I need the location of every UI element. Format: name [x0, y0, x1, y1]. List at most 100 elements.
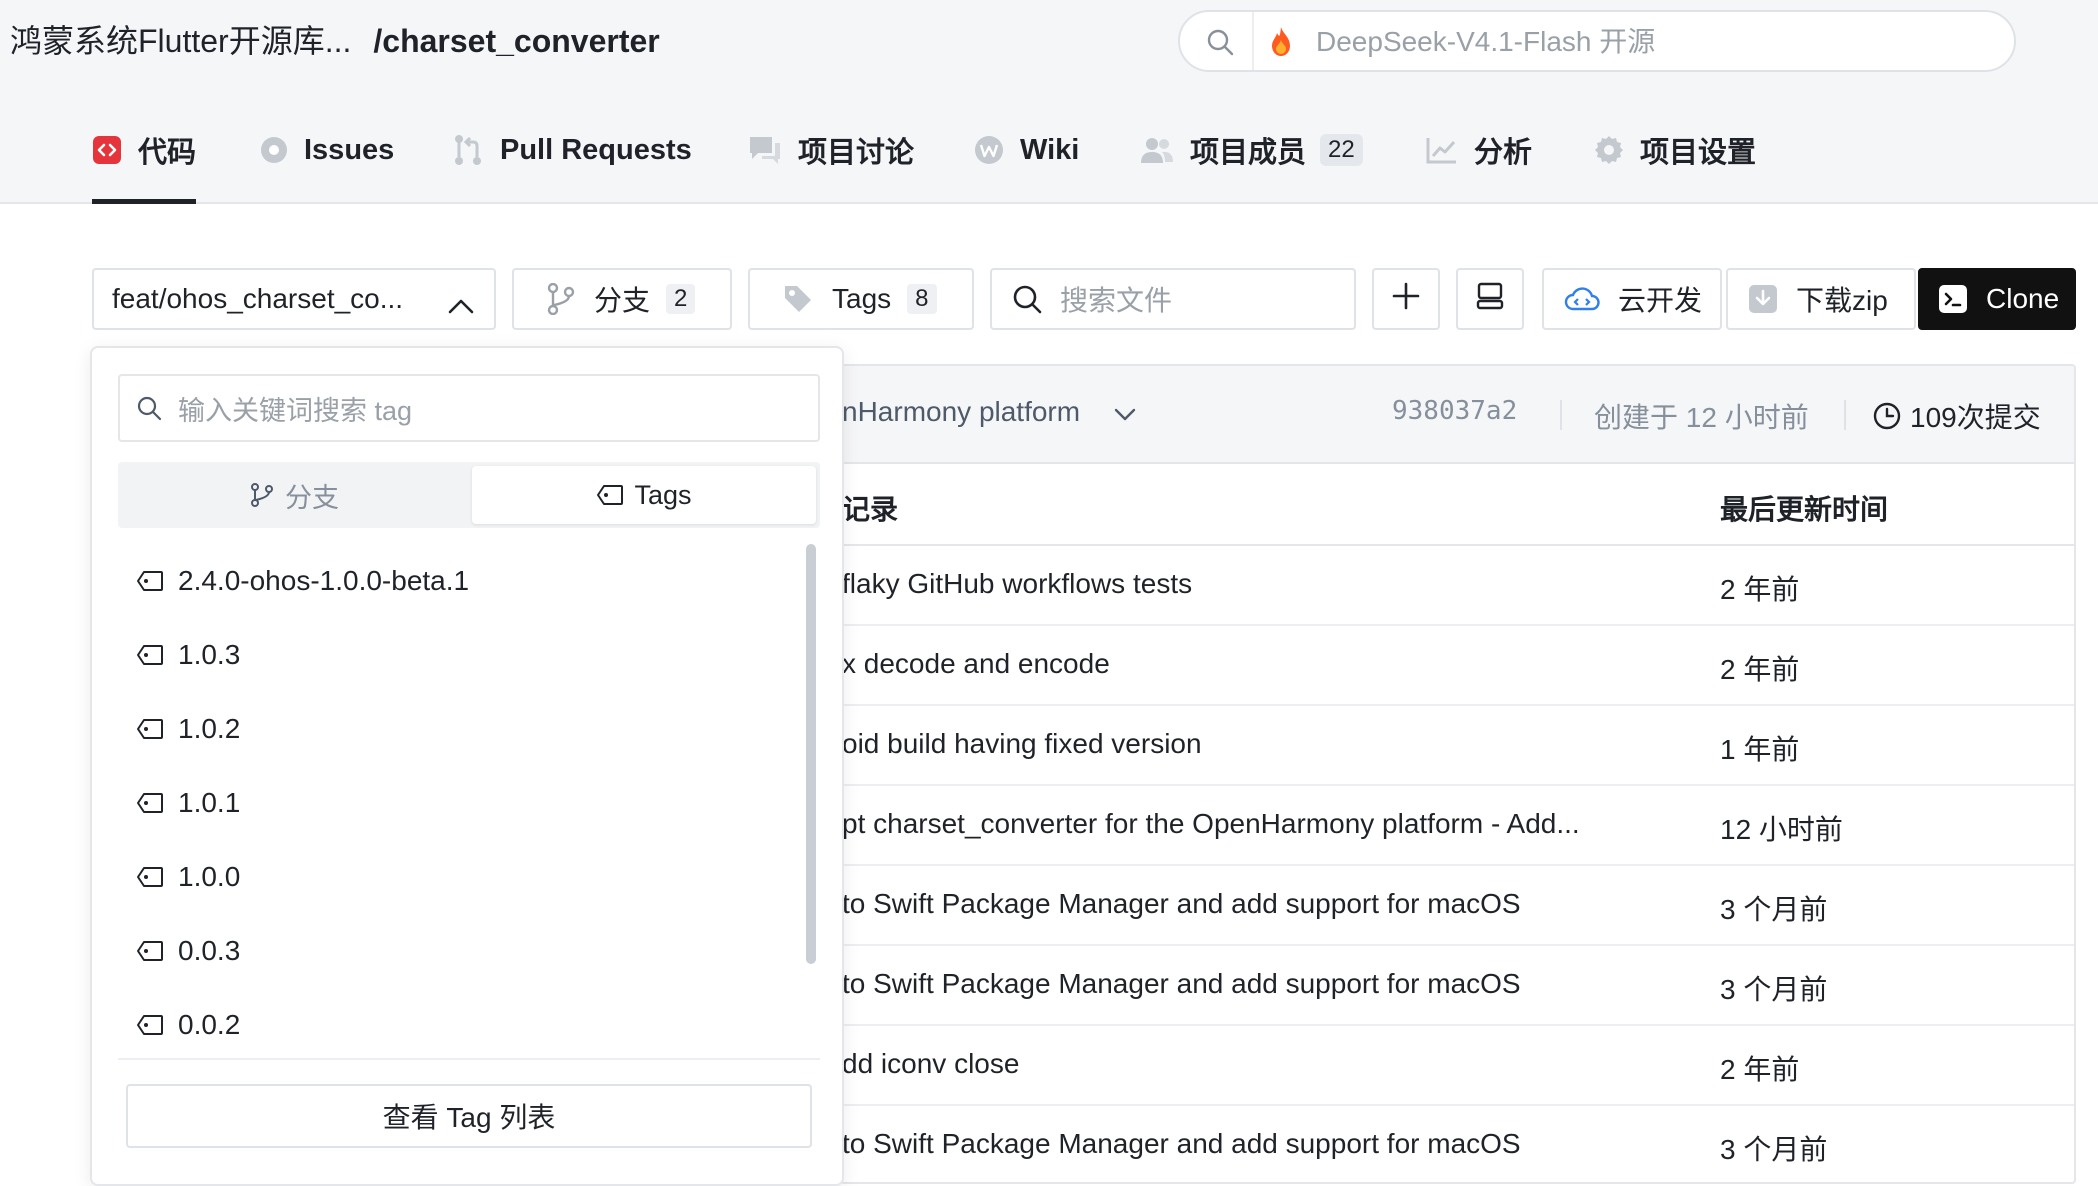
tag-icon [136, 644, 164, 666]
repo-owner-link[interactable]: 鸿蒙系统Flutter开源库... [10, 23, 351, 59]
branch-icon [546, 283, 576, 315]
branch-tag-dropdown: 输入关键词搜索 tag 分支 Tags 2.4.0-ohos-1.0.0-bet… [90, 346, 844, 1186]
tag-name: 2.4.0-ohos-1.0.0-beta.1 [178, 565, 470, 596]
tab-issues-label: Issues [304, 133, 395, 166]
global-search-placeholder: DeepSeek-V4.1-Flash 开源 [1316, 26, 1656, 57]
tab-settings-label: 项目设置 [1640, 137, 1757, 169]
clone-button[interactable]: Clone [1918, 268, 2076, 330]
row-commit-message[interactable]: x decode and encode [842, 648, 1110, 680]
tag-item[interactable]: 1.0.1 [118, 766, 798, 840]
tab-analytics-label: 分析 [1474, 137, 1533, 169]
table-row[interactable]: pt charset_converter for the OpenHarmony… [842, 786, 2074, 866]
table-row[interactable]: oid build having fixed version 1 年前 [842, 706, 2074, 786]
code-icon [92, 135, 122, 165]
table-header: 记录 最后更新时间 [842, 464, 2074, 546]
tag-search-placeholder: 输入关键词搜索 tag [178, 395, 413, 426]
breadcrumb: 鸿蒙系统Flutter开源库... /charset_converter [10, 20, 660, 62]
cloud-dev-button[interactable]: 云开发 [1542, 268, 1722, 330]
search-icon [1206, 28, 1234, 61]
clock-icon [1872, 401, 1902, 431]
row-commit-message[interactable]: to Swift Package Manager and add support… [842, 888, 1521, 920]
row-commit-message[interactable]: oid build having fixed version [842, 728, 1202, 760]
download-icon [1748, 284, 1778, 314]
commit-count-link[interactable]: 109次提交 [1872, 396, 2041, 436]
tag-icon [136, 866, 164, 888]
chevron-down-icon[interactable] [1114, 398, 1136, 429]
row-commit-message[interactable]: flaky GitHub workflows tests [842, 568, 1192, 600]
repo-nav: 代码 Issues Pull Requests 项目讨论 Wiki 项目成员 2… [0, 98, 2098, 204]
tag-icon [136, 1014, 164, 1036]
row-updated-time: 3 个月前 [1720, 894, 1828, 925]
row-updated-time: 12 小时前 [1720, 814, 1843, 845]
tab-issues[interactable]: Issues [260, 98, 394, 202]
segment-branches[interactable]: 分支 [122, 466, 466, 524]
commit-count-label: 109次提交 [1910, 402, 2041, 433]
chevron-up-icon [448, 290, 474, 322]
branches-count: 2 [666, 284, 696, 314]
tag-item[interactable]: 1.0.3 [118, 618, 798, 692]
tags-button[interactable]: Tags 8 [748, 268, 974, 330]
add-file-button[interactable] [1372, 268, 1440, 330]
pull-request-icon [452, 134, 484, 166]
repo-name-link[interactable]: /charset_converter [373, 23, 659, 59]
tag-icon [782, 283, 814, 315]
tag-item[interactable]: 0.0.2 [118, 988, 798, 1062]
tag-item[interactable]: 1.0.2 [118, 692, 798, 766]
row-updated-time: 2 年前 [1720, 1054, 1800, 1085]
column-header-commit: 记录 [842, 494, 899, 525]
global-search-input[interactable]: DeepSeek-V4.1-Flash 开源 [1178, 10, 2016, 72]
tag-icon [136, 940, 164, 962]
tag-icon [596, 484, 624, 506]
tab-wiki[interactable]: Wiki [974, 98, 1079, 202]
tab-members[interactable]: 项目成员 22 [1140, 98, 1363, 202]
table-row[interactable]: to Swift Package Manager and add support… [842, 946, 2074, 1026]
row-commit-message[interactable]: dd iconv close [842, 1048, 1019, 1080]
view-tag-list-button[interactable]: 查看 Tag 列表 [126, 1084, 812, 1148]
commit-created-time: 创建于 12 小时前 [1594, 402, 1809, 433]
download-zip-button[interactable]: 下载zip [1726, 268, 1916, 330]
row-updated-time: 2 年前 [1720, 654, 1800, 685]
tag-icon [136, 718, 164, 740]
tag-list-scrollbar[interactable] [806, 544, 816, 964]
tab-discussions-label: 项目讨论 [798, 137, 915, 169]
commit-hash[interactable]: 938037a2 [1392, 396, 1517, 426]
tab-code[interactable]: 代码 [92, 98, 197, 204]
column-header-updated: 最后更新时间 [1720, 494, 1889, 525]
file-search-input[interactable]: 搜索文件 [990, 268, 1356, 330]
tag-item[interactable]: 0.0.3 [118, 914, 798, 988]
tags-count: 8 [907, 284, 937, 314]
issue-icon [260, 136, 288, 164]
tag-name: 0.0.3 [178, 935, 241, 966]
segment-tags[interactable]: Tags [472, 466, 816, 524]
ide-icon [1475, 281, 1505, 318]
cloud-icon [1564, 285, 1600, 313]
tab-members-label: 项目成员 [1190, 137, 1307, 169]
tag-item[interactable]: 1.0.0 [118, 840, 798, 914]
tab-analytics[interactable]: 分析 [1426, 98, 1532, 202]
table-row[interactable]: x decode and encode 2 年前 [842, 626, 2074, 706]
tab-discussions[interactable]: 项目讨论 [748, 98, 914, 202]
table-row[interactable]: to Swift Package Manager and add support… [842, 1106, 2074, 1182]
branches-button[interactable]: 分支 2 [512, 268, 732, 330]
web-ide-button[interactable] [1456, 268, 1524, 330]
branch-selector[interactable]: feat/ohos_charset_co... [92, 268, 496, 330]
top-bar: 鸿蒙系统Flutter开源库... /charset_converter Deep… [0, 0, 2098, 98]
row-updated-time: 3 个月前 [1720, 1134, 1828, 1165]
row-updated-time: 2 年前 [1720, 574, 1800, 605]
row-commit-message[interactable]: to Swift Package Manager and add support… [842, 968, 1521, 1000]
tab-settings[interactable]: 项目设置 [1594, 98, 1756, 202]
commit-separator [1560, 400, 1562, 430]
tag-search-input[interactable]: 输入关键词搜索 tag [118, 374, 820, 442]
tab-pull-requests-label: Pull Requests [500, 133, 692, 166]
latest-commit-message[interactable]: nHarmony platform [842, 396, 1136, 430]
tag-item[interactable]: 2.4.0-ohos-1.0.0-beta.1 [118, 544, 798, 618]
tag-icon [136, 792, 164, 814]
table-row[interactable]: flaky GitHub workflows tests 2 年前 [842, 546, 2074, 626]
plus-icon [1391, 281, 1421, 318]
search-divider [1252, 12, 1254, 70]
row-commit-message[interactable]: pt charset_converter for the OpenHarmony… [842, 808, 1580, 840]
tab-pull-requests[interactable]: Pull Requests [452, 98, 692, 202]
row-commit-message[interactable]: to Swift Package Manager and add support… [842, 1128, 1521, 1160]
table-row[interactable]: dd iconv close 2 年前 [842, 1026, 2074, 1106]
table-row[interactable]: to Swift Package Manager and add support… [842, 866, 2074, 946]
